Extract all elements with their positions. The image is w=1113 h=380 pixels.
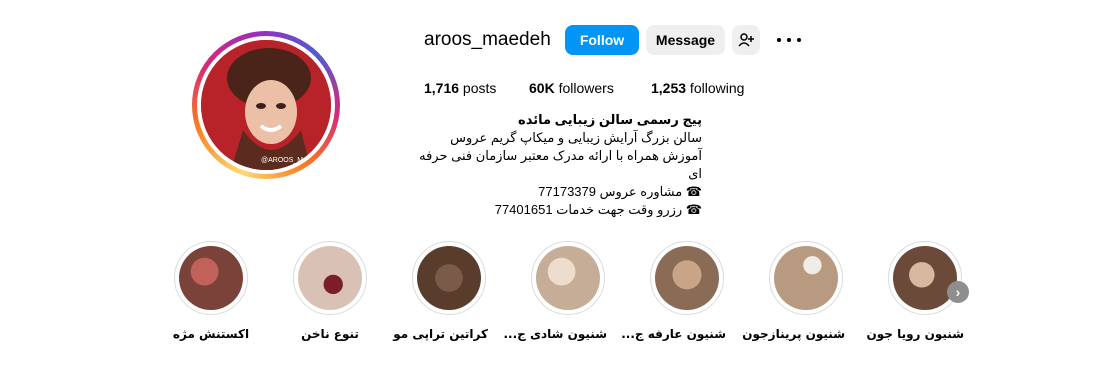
follow-button[interactable]: Follow bbox=[565, 25, 639, 55]
posts-count[interactable]: 1,716 posts bbox=[424, 80, 496, 96]
highlight-cover bbox=[655, 246, 719, 310]
profile-bio: پیج رسمی سالن زیبایی مائده سالن بزرگ آرا… bbox=[402, 111, 702, 219]
bio-line: آموزش همراه با ارائه مدرک معتبر سازمان ف… bbox=[419, 148, 702, 181]
avatar[interactable]: @AROOS_MAEDEH bbox=[201, 40, 331, 170]
highlight-cover bbox=[298, 246, 362, 310]
avatar-watermark: @AROOS_MAEDEH bbox=[261, 157, 327, 164]
bio-line: ☎ رزرو وقت جهت خدمات 77401651 bbox=[494, 202, 702, 217]
highlight-cover bbox=[774, 246, 838, 310]
profile-username: aroos_maedeh bbox=[424, 29, 551, 50]
profile-avatar-ring[interactable]: @AROOS_MAEDEH bbox=[192, 31, 340, 179]
highlight-label: شنیون پریناز‌جون bbox=[742, 327, 845, 341]
highlight-label: شنیون رویا جون bbox=[866, 327, 964, 341]
suggested-users-button[interactable] bbox=[732, 25, 760, 55]
avatar-border: @AROOS_MAEDEH bbox=[197, 36, 335, 174]
highlight-item[interactable]: تنوع ناخن bbox=[291, 241, 369, 341]
highlight-label: تنوع ناخن bbox=[301, 327, 359, 341]
highlight-item[interactable]: کراتین تراپی مو bbox=[393, 241, 488, 341]
highlight-label: اکستنش مژه bbox=[172, 327, 250, 341]
highlight-item[interactable]: شنیون پریناز‌جون bbox=[742, 241, 845, 341]
message-button[interactable]: Message bbox=[646, 25, 725, 55]
highlight-item[interactable]: شنیون شادی ج... bbox=[503, 241, 607, 341]
highlight-label: شنیون شادی ج... bbox=[503, 327, 607, 341]
highlight-cover bbox=[417, 246, 481, 310]
followers-count[interactable]: 60K followers bbox=[529, 80, 614, 96]
highlight-item[interactable]: شنیون عارفه ج... bbox=[621, 241, 726, 341]
following-count[interactable]: 1,253 following bbox=[651, 80, 744, 96]
more-options-icon[interactable] bbox=[777, 31, 801, 49]
chevron-right-icon[interactable]: › bbox=[947, 281, 969, 303]
highlight-label: کراتین تراپی مو bbox=[393, 327, 488, 341]
highlight-cover bbox=[179, 246, 243, 310]
highlight-cover bbox=[893, 246, 957, 310]
bio-name: پیج رسمی سالن زیبایی مائده bbox=[518, 112, 702, 127]
avatar-photo-graphic: @AROOS_MAEDEH bbox=[201, 40, 331, 170]
highlight-item[interactable]: اکستنش مژه bbox=[172, 241, 250, 341]
bio-line: ☎ مشاوره عروس 77173379 bbox=[538, 184, 702, 199]
highlight-cover bbox=[536, 246, 600, 310]
highlight-label: شنیون عارفه ج... bbox=[621, 327, 726, 341]
bio-line: سالن بزرگ آرایش زیبایی و میکاپ گریم عروس bbox=[450, 130, 702, 145]
add-user-icon bbox=[738, 33, 754, 47]
